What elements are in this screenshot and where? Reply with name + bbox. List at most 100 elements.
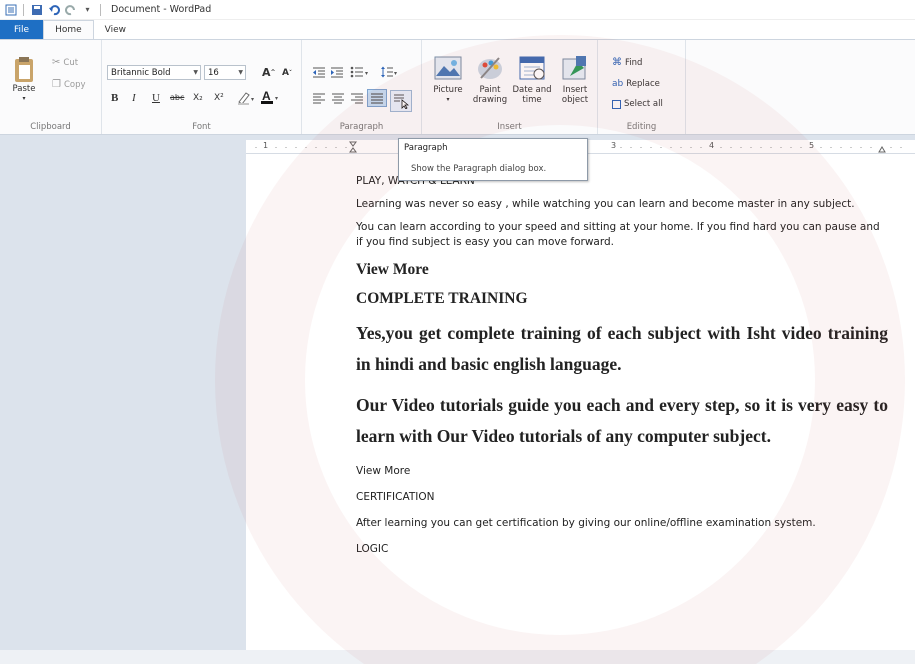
- font-color-icon: A ▾: [261, 89, 278, 104]
- wordpad-app-icon[interactable]: [4, 3, 17, 16]
- doc-heading-complete-training-text: Yes,you get complete training of each su…: [356, 323, 888, 374]
- align-center-icon: [332, 93, 344, 104]
- document-page[interactable]: PLAY, WATCH & LEARN Learning was never s…: [246, 154, 915, 650]
- line-spacing-icon: ▾: [381, 66, 397, 78]
- shrink-font-button[interactable]: Aˇ: [282, 68, 292, 78]
- chevron-down-icon: ▼: [238, 69, 243, 76]
- ruler-num-5: 5: [809, 141, 815, 150]
- window-title: Document - WordPad: [111, 4, 212, 15]
- tab-file[interactable]: File: [0, 20, 44, 39]
- doc-heading-video-tutorials: Our Video tutorials guide you each and e…: [356, 395, 888, 446]
- highlighter-icon: ▾: [238, 92, 254, 105]
- italic-button[interactable]: I: [132, 92, 136, 104]
- picture-icon: [434, 56, 462, 80]
- tooltip-description: Show the Paragraph dialog box.: [411, 164, 547, 174]
- align-center-button[interactable]: [331, 92, 345, 104]
- paragraph-dialog-button[interactable]: [390, 90, 412, 112]
- copy-button[interactable]: ❐ Copy: [52, 79, 86, 90]
- font-color-button[interactable]: A ▾: [260, 89, 282, 105]
- datetime-label-2: time: [522, 95, 542, 105]
- justify-icon: [371, 93, 383, 104]
- font-group-label: Font: [192, 122, 211, 132]
- ribbon: Paste ▾ ✂ Cut ❐ Copy Clipboard Britannic…: [0, 39, 915, 135]
- superscript-button[interactable]: X²: [214, 93, 224, 103]
- select-all-button[interactable]: Select all: [612, 99, 663, 109]
- replace-button[interactable]: ab Replace: [612, 79, 660, 89]
- replace-label: Replace: [626, 79, 660, 89]
- paste-label: Paste: [12, 84, 36, 94]
- binoculars-icon: ⌘: [612, 57, 622, 68]
- bullets-button[interactable]: ▾: [350, 66, 372, 78]
- indent-marker[interactable]: [349, 141, 357, 153]
- customize-quick-access-icon[interactable]: ▾: [81, 3, 94, 16]
- select-all-icon: [612, 99, 621, 109]
- chevron-down-icon: ▼: [193, 69, 198, 76]
- subscript-button[interactable]: X₂: [193, 93, 203, 103]
- cut-button[interactable]: ✂ Cut: [52, 57, 78, 68]
- tab-view[interactable]: View: [94, 20, 137, 39]
- font-group: Britannic Bold ▼ 16 ▼ A ^ Aˇ B I U abc X₂…: [102, 40, 302, 134]
- font-family-value: Britannic Bold: [111, 67, 171, 78]
- separator: [23, 3, 24, 16]
- doc-line-certification: CERTIFICATION: [356, 491, 435, 503]
- redo-icon[interactable]: [64, 3, 77, 16]
- highlight-color-button[interactable]: ▾: [236, 91, 256, 105]
- scissors-icon: ✂: [52, 57, 61, 68]
- paragraph-group-label: Paragraph: [339, 122, 384, 132]
- datetime-label-1: Date and: [512, 85, 552, 95]
- clipboard-group-label: Clipboard: [30, 122, 71, 132]
- svg-text:A: A: [262, 89, 271, 103]
- tab-home[interactable]: Home: [43, 20, 94, 39]
- align-left-button[interactable]: [312, 92, 326, 104]
- copy-label: Copy: [63, 79, 86, 90]
- clipboard-group: Paste ▾ ✂ Cut ❐ Copy Clipboard: [0, 40, 102, 134]
- insert-object-button[interactable]: Insert object: [556, 54, 594, 105]
- justify-button[interactable]: [367, 89, 387, 107]
- picture-button[interactable]: Picture ▾: [428, 54, 468, 105]
- ruler-num-3: 3: [611, 141, 617, 150]
- doc-line-after-learning: After learning you can get certification…: [356, 517, 816, 529]
- bold-button[interactable]: B: [111, 92, 118, 104]
- right-indent-marker[interactable]: [878, 146, 886, 153]
- bullet-list-icon: ▾: [350, 66, 368, 78]
- align-right-button[interactable]: [350, 92, 364, 104]
- separator: [100, 3, 101, 16]
- paste-button[interactable]: Paste ▾: [10, 56, 38, 104]
- insert-object-label-2: object: [561, 95, 589, 105]
- tooltip-title: Paragraph: [404, 143, 448, 153]
- replace-icon: ab: [612, 79, 624, 89]
- ruler-num-4: 4: [709, 141, 715, 150]
- underline-button[interactable]: U: [152, 92, 160, 104]
- line-spacing-button[interactable]: ▾: [380, 66, 400, 78]
- doc-line-logic: LOGIC: [356, 543, 389, 555]
- grow-font-button[interactable]: A ^: [262, 66, 276, 79]
- svg-text:▾: ▾: [394, 70, 397, 77]
- insert-object-label-1: Insert: [562, 85, 588, 95]
- strikethrough-button[interactable]: abc: [170, 93, 184, 102]
- document-content[interactable]: PLAY, WATCH & LEARN Learning was never s…: [356, 174, 888, 565]
- editing-group: ⌘ Find ab Replace Select all Editing: [598, 40, 686, 134]
- font-family-select[interactable]: Britannic Bold ▼: [107, 65, 201, 80]
- ribbon-tabs: File Home View: [0, 20, 915, 39]
- font-size-select[interactable]: 16 ▼: [204, 65, 246, 80]
- paint-palette-icon: [478, 57, 502, 79]
- undo-icon[interactable]: [47, 3, 60, 16]
- svg-text:▾: ▾: [275, 95, 278, 102]
- ruler-num-1: 1: [263, 141, 269, 150]
- increase-indent-button[interactable]: [330, 66, 344, 78]
- paragraph-tooltip: Paragraph Show the Paragraph dialog box.: [398, 138, 588, 181]
- select-all-label: Select all: [624, 99, 663, 109]
- find-button[interactable]: ⌘ Find: [612, 57, 642, 68]
- find-label: Find: [625, 57, 643, 68]
- insert-group: Picture ▾ Paint drawing Date and time In…: [422, 40, 598, 134]
- save-icon[interactable]: [30, 3, 43, 16]
- insert-object-icon: [562, 56, 586, 80]
- align-right-icon: [351, 93, 363, 104]
- date-time-button[interactable]: Date and time: [510, 54, 554, 105]
- title-bar: ▾ Document - WordPad: [0, 0, 915, 20]
- picture-label: Picture: [433, 85, 463, 95]
- decrease-indent-button[interactable]: [312, 66, 326, 78]
- insert-group-label: Insert: [497, 122, 522, 132]
- cut-label: Cut: [63, 57, 79, 68]
- paint-drawing-button[interactable]: Paint drawing: [470, 54, 510, 105]
